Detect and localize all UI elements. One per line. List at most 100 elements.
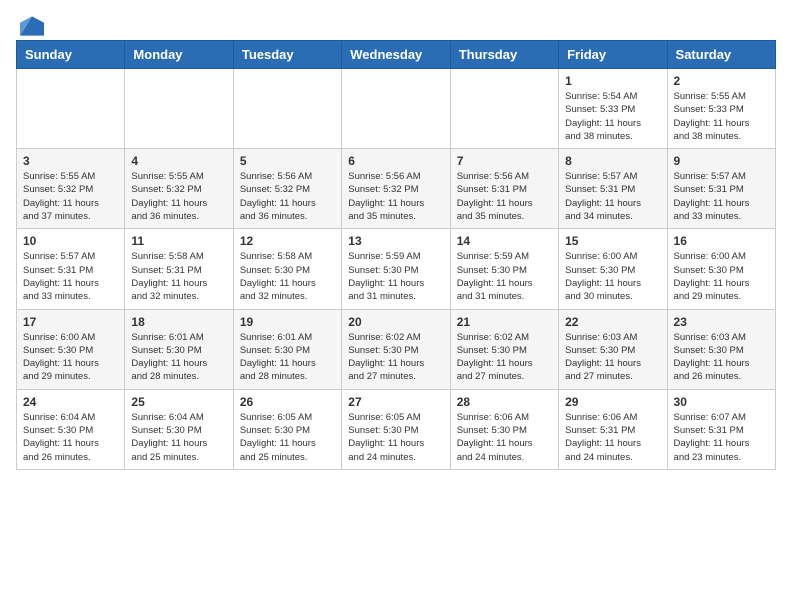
day-info: Sunrise: 5:57 AMSunset: 5:31 PMDaylight:…: [565, 170, 660, 223]
calendar-cell: 2Sunrise: 5:55 AMSunset: 5:33 PMDaylight…: [667, 69, 775, 149]
page-header: [16, 16, 776, 32]
day-info: Sunrise: 5:54 AMSunset: 5:33 PMDaylight:…: [565, 90, 660, 143]
day-info: Sunrise: 5:56 AMSunset: 5:32 PMDaylight:…: [348, 170, 443, 223]
day-info: Sunrise: 5:55 AMSunset: 5:32 PMDaylight:…: [131, 170, 226, 223]
calendar-weekday-sunday: Sunday: [17, 41, 125, 69]
calendar-cell: 14 Sunrise: 5:59 AMSunset: 5:30 PMDayligh…: [450, 229, 558, 309]
calendar-week-row: 24 Sunrise: 6:04 AMSunset: 5:30 PMDayligh…: [17, 389, 776, 469]
calendar-weekday-tuesday: Tuesday: [233, 41, 341, 69]
logo-icon: [20, 16, 44, 36]
day-number: 7: [457, 154, 552, 168]
calendar-week-row: 10 Sunrise: 5:57 AMSunset: 5:31 PMDayligh…: [17, 229, 776, 309]
calendar-weekday-friday: Friday: [559, 41, 667, 69]
day-number: 14: [457, 234, 552, 248]
calendar-cell: 18 Sunrise: 6:01 AMSunset: 5:30 PMDayligh…: [125, 309, 233, 389]
day-number: 11: [131, 234, 226, 248]
day-info: Sunrise: 6:01 AMSunset: 5:30 PMDaylight:…: [240, 331, 335, 384]
day-number: 30: [674, 395, 769, 409]
calendar-cell: 16Sunrise: 6:00 AMSunset: 5:30 PMDayligh…: [667, 229, 775, 309]
day-number: 27: [348, 395, 443, 409]
calendar-cell: [342, 69, 450, 149]
calendar-weekday-wednesday: Wednesday: [342, 41, 450, 69]
calendar-cell: 17 Sunrise: 6:00 AMSunset: 5:30 PMDayligh…: [17, 309, 125, 389]
calendar-cell: 27 Sunrise: 6:05 AMSunset: 5:30 PMDayligh…: [342, 389, 450, 469]
day-info: Sunrise: 6:03 AMSunset: 5:30 PMDaylight:…: [565, 331, 660, 384]
day-info: Sunrise: 6:04 AMSunset: 5:30 PMDaylight:…: [131, 411, 226, 464]
day-info: Sunrise: 5:58 AMSunset: 5:31 PMDaylight:…: [131, 250, 226, 303]
calendar-cell: [17, 69, 125, 149]
calendar-cell: [125, 69, 233, 149]
day-number: 15: [565, 234, 660, 248]
day-number: 17: [23, 315, 118, 329]
day-info: Sunrise: 5:59 AMSunset: 5:30 PMDaylight:…: [457, 250, 552, 303]
calendar-cell: 25Sunrise: 6:04 AMSunset: 5:30 PMDayligh…: [125, 389, 233, 469]
calendar-cell: 20 Sunrise: 6:02 AMSunset: 5:30 PMDayligh…: [342, 309, 450, 389]
day-info: Sunrise: 6:04 AMSunset: 5:30 PMDaylight:…: [23, 411, 118, 464]
day-number: 5: [240, 154, 335, 168]
day-number: 22: [565, 315, 660, 329]
day-info: Sunrise: 6:05 AMSunset: 5:30 PMDaylight:…: [348, 411, 443, 464]
day-number: 12: [240, 234, 335, 248]
day-info: Sunrise: 5:55 AMSunset: 5:32 PMDaylight:…: [23, 170, 118, 223]
day-info: Sunrise: 5:57 AMSunset: 5:31 PMDaylight:…: [674, 170, 769, 223]
day-number: 21: [457, 315, 552, 329]
calendar-cell: 9 Sunrise: 5:57 AMSunset: 5:31 PMDaylight…: [667, 149, 775, 229]
day-number: 3: [23, 154, 118, 168]
calendar-header-row: SundayMondayTuesdayWednesdayThursdayFrid…: [17, 41, 776, 69]
logo: [16, 16, 44, 32]
day-number: 2: [674, 74, 769, 88]
day-number: 1: [565, 74, 660, 88]
day-info: Sunrise: 6:01 AMSunset: 5:30 PMDaylight:…: [131, 331, 226, 384]
calendar-cell: 4 Sunrise: 5:55 AMSunset: 5:32 PMDaylight…: [125, 149, 233, 229]
calendar-cell: [233, 69, 341, 149]
day-number: 16: [674, 234, 769, 248]
calendar-week-row: 3 Sunrise: 5:55 AMSunset: 5:32 PMDaylight…: [17, 149, 776, 229]
day-info: Sunrise: 5:56 AMSunset: 5:31 PMDaylight:…: [457, 170, 552, 223]
calendar-cell: 8 Sunrise: 5:57 AMSunset: 5:31 PMDaylight…: [559, 149, 667, 229]
calendar-cell: 30 Sunrise: 6:07 AMSunset: 5:31 PMDayligh…: [667, 389, 775, 469]
day-number: 9: [674, 154, 769, 168]
day-info: Sunrise: 6:02 AMSunset: 5:30 PMDaylight:…: [348, 331, 443, 384]
day-info: Sunrise: 6:07 AMSunset: 5:31 PMDaylight:…: [674, 411, 769, 464]
day-info: Sunrise: 6:00 AMSunset: 5:30 PMDaylight:…: [565, 250, 660, 303]
day-number: 28: [457, 395, 552, 409]
calendar-cell: 3 Sunrise: 5:55 AMSunset: 5:32 PMDaylight…: [17, 149, 125, 229]
calendar-cell: 29Sunrise: 6:06 AMSunset: 5:31 PMDayligh…: [559, 389, 667, 469]
day-info: Sunrise: 5:56 AMSunset: 5:32 PMDaylight:…: [240, 170, 335, 223]
calendar-cell: 13 Sunrise: 5:59 AMSunset: 5:30 PMDayligh…: [342, 229, 450, 309]
calendar-table: SundayMondayTuesdayWednesdayThursdayFrid…: [16, 40, 776, 470]
day-info: Sunrise: 5:57 AMSunset: 5:31 PMDaylight:…: [23, 250, 118, 303]
day-info: Sunrise: 6:03 AMSunset: 5:30 PMDaylight:…: [674, 331, 769, 384]
day-number: 13: [348, 234, 443, 248]
day-number: 26: [240, 395, 335, 409]
calendar-cell: 28 Sunrise: 6:06 AMSunset: 5:30 PMDayligh…: [450, 389, 558, 469]
day-number: 4: [131, 154, 226, 168]
calendar-cell: 6 Sunrise: 5:56 AMSunset: 5:32 PMDaylight…: [342, 149, 450, 229]
day-number: 18: [131, 315, 226, 329]
day-info: Sunrise: 6:05 AMSunset: 5:30 PMDaylight:…: [240, 411, 335, 464]
calendar-cell: 1 Sunrise: 5:54 AMSunset: 5:33 PMDaylight…: [559, 69, 667, 149]
day-info: Sunrise: 6:00 AMSunset: 5:30 PMDaylight:…: [23, 331, 118, 384]
calendar-cell: 24 Sunrise: 6:04 AMSunset: 5:30 PMDayligh…: [17, 389, 125, 469]
day-number: 10: [23, 234, 118, 248]
calendar-cell: 15 Sunrise: 6:00 AMSunset: 5:30 PMDayligh…: [559, 229, 667, 309]
day-number: 20: [348, 315, 443, 329]
calendar-cell: 22 Sunrise: 6:03 AMSunset: 5:30 PMDayligh…: [559, 309, 667, 389]
calendar-cell: 26 Sunrise: 6:05 AMSunset: 5:30 PMDayligh…: [233, 389, 341, 469]
day-number: 19: [240, 315, 335, 329]
calendar-cell: 7 Sunrise: 5:56 AMSunset: 5:31 PMDaylight…: [450, 149, 558, 229]
day-info: Sunrise: 6:06 AMSunset: 5:30 PMDaylight:…: [457, 411, 552, 464]
day-info: Sunrise: 6:06 AMSunset: 5:31 PMDaylight:…: [565, 411, 660, 464]
calendar-week-row: 17 Sunrise: 6:00 AMSunset: 5:30 PMDayligh…: [17, 309, 776, 389]
calendar-cell: [450, 69, 558, 149]
day-number: 8: [565, 154, 660, 168]
day-number: 24: [23, 395, 118, 409]
calendar-week-row: 1 Sunrise: 5:54 AMSunset: 5:33 PMDaylight…: [17, 69, 776, 149]
calendar-weekday-thursday: Thursday: [450, 41, 558, 69]
day-info: Sunrise: 5:59 AMSunset: 5:30 PMDaylight:…: [348, 250, 443, 303]
day-number: 6: [348, 154, 443, 168]
day-info: Sunrise: 5:58 AMSunset: 5:30 PMDaylight:…: [240, 250, 335, 303]
calendar-cell: 5 Sunrise: 5:56 AMSunset: 5:32 PMDaylight…: [233, 149, 341, 229]
calendar-cell: 21Sunrise: 6:02 AMSunset: 5:30 PMDayligh…: [450, 309, 558, 389]
calendar-weekday-saturday: Saturday: [667, 41, 775, 69]
